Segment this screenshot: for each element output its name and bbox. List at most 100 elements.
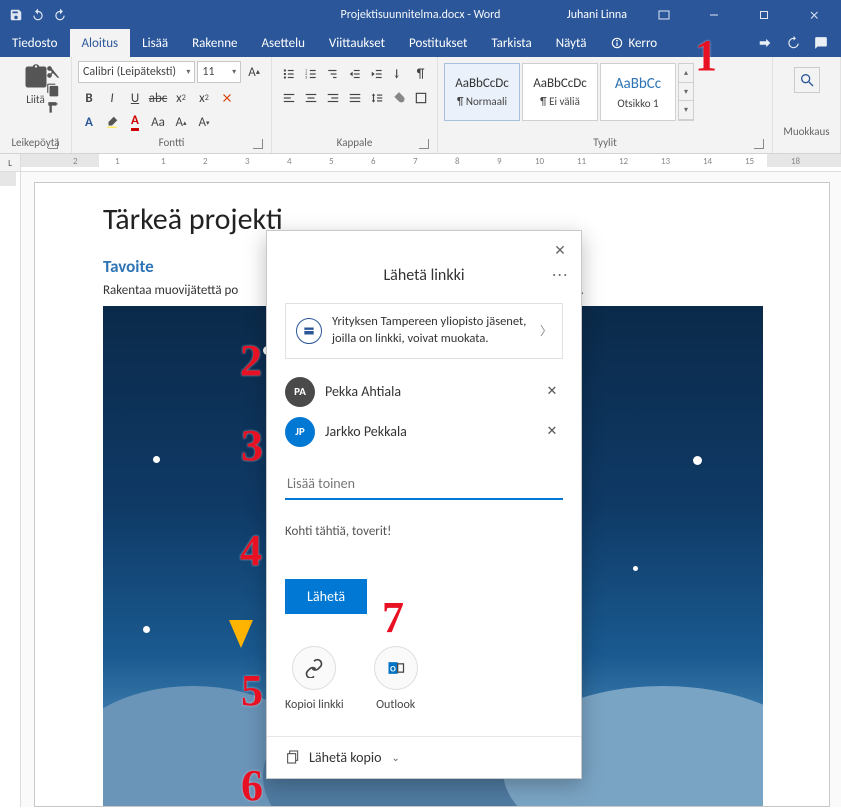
callout-7: 7 [382, 592, 404, 643]
align-right-icon[interactable] [322, 87, 343, 109]
callout-6: 6 [241, 760, 263, 811]
recipient-name: Jarkko Pekkala [325, 423, 531, 440]
underline-button[interactable]: U [124, 87, 146, 109]
avatar: PA [285, 377, 315, 407]
permission-selector[interactable]: Yrityksen Tampereen yliopisto jäsenet, j… [285, 303, 563, 359]
align-left-icon[interactable] [278, 87, 299, 109]
numbering-icon[interactable]: 123 [300, 63, 321, 85]
cut-icon[interactable] [46, 65, 60, 79]
grow-font-icon[interactable]: A▴ [170, 111, 192, 133]
remove-recipient-icon[interactable]: ✕ [541, 381, 563, 403]
link-icon [292, 646, 336, 690]
copy-icon [285, 749, 301, 765]
ruler-horizontal[interactable]: L 21 123 456 789 101112 131415 18 [0, 154, 841, 172]
send-button[interactable]: Lähetä [285, 579, 367, 614]
more-icon[interactable]: ··· [552, 266, 569, 283]
recipient-name: Pekka Ahtiala [325, 383, 531, 400]
style-heading1[interactable]: AaBbCc Otsikko 1 [600, 63, 676, 121]
permission-text: Yrityksen Tampereen yliopisto jäsenet, j… [332, 314, 530, 348]
tab-structure[interactable]: Rakenne [180, 29, 249, 57]
tab-references[interactable]: Viittaukset [317, 29, 397, 57]
clear-format-icon[interactable] [216, 87, 238, 109]
history-icon[interactable] [783, 33, 803, 53]
align-center-icon[interactable] [300, 87, 321, 109]
multilevel-icon[interactable] [322, 63, 343, 85]
outlook-action[interactable]: O Outlook [374, 646, 418, 712]
copy-icon[interactable] [46, 83, 60, 97]
user-name[interactable]: Juhani Linna [567, 8, 627, 22]
group-paragraph: 123 ¶ Kappale [272, 57, 438, 153]
callout-1: 1 [695, 30, 717, 81]
outlook-icon: O [374, 646, 418, 690]
line-spacing-icon[interactable] [366, 87, 387, 109]
change-case-icon[interactable]: Aa [147, 111, 169, 133]
font-size-dropdown[interactable]: 11▾ [197, 61, 241, 83]
message-text[interactable]: Kohti tähtiä, toverit! [285, 524, 563, 539]
share-icon[interactable] [755, 33, 775, 53]
window-close-icon[interactable] [791, 0, 837, 29]
group-font: Calibri (Leipäteksti)▾ 11▾ A▴ B I U abc … [72, 57, 272, 153]
subscript-button[interactable]: x2 [170, 87, 192, 109]
justify-icon[interactable] [344, 87, 365, 109]
highlight-icon[interactable] [101, 111, 123, 133]
style-no-spacing[interactable]: AaBbCcDc ¶ Ei väliä [522, 63, 598, 121]
increase-font-icon[interactable]: A▴ [243, 61, 265, 83]
tab-insert[interactable]: Lisää [130, 29, 180, 57]
font-color-icon[interactable]: A [124, 111, 146, 133]
shading-icon[interactable] [388, 87, 409, 109]
close-icon[interactable]: ✕ [551, 241, 569, 259]
superscript-button[interactable]: x2 [193, 87, 215, 109]
tab-tell-me[interactable]: Kerro [598, 29, 669, 57]
tab-file[interactable]: Tiedosto [0, 29, 70, 57]
styles-scroll[interactable]: ▴▾▾ [678, 63, 694, 121]
tab-review[interactable]: Tarkista [479, 29, 543, 57]
tab-home[interactable]: Aloitus [70, 29, 131, 57]
italic-button[interactable]: I [101, 87, 123, 109]
text-effects-icon[interactable]: A [78, 111, 100, 133]
shrink-font-icon[interactable]: A▾ [193, 111, 215, 133]
chevron-right-icon: 〉 [540, 322, 552, 339]
undo-icon[interactable] [28, 5, 48, 25]
font-launcher-icon[interactable] [253, 139, 263, 149]
clipboard-launcher-icon[interactable] [48, 139, 58, 149]
save-icon[interactable] [6, 5, 26, 25]
tab-view[interactable]: Näytä [544, 29, 599, 57]
title-bar: Projektisuunnitelma.docx - Word Juhani L… [0, 0, 841, 29]
strike-button[interactable]: abc [147, 87, 169, 109]
sort-icon[interactable] [388, 63, 409, 85]
decrease-indent-icon[interactable] [344, 63, 365, 85]
group-styles: AaBbCcDc ¶ Normaali AaBbCcDc ¶ Ei väliä … [438, 57, 773, 153]
ruler-corner[interactable]: L [0, 154, 21, 172]
show-marks-icon[interactable]: ¶ [410, 63, 431, 85]
bullets-icon[interactable] [278, 63, 299, 85]
redo-icon[interactable] [50, 5, 70, 25]
group-editing: Muokkaus [773, 57, 841, 153]
send-copy-button[interactable]: Lähetä kopio ⌄ [267, 736, 581, 778]
chevron-down-icon: ⌄ [391, 751, 399, 764]
tab-mailings[interactable]: Postitukset [397, 29, 479, 57]
paragraph-launcher-icon[interactable] [419, 139, 429, 149]
share-title: Lähetä linkki [383, 266, 464, 285]
font-name-dropdown[interactable]: Calibri (Leipäteksti)▾ [78, 61, 195, 83]
format-painter-icon[interactable] [46, 101, 60, 115]
window-settings-icon[interactable] [641, 0, 687, 29]
style-normal[interactable]: AaBbCcDc ¶ Normaali [444, 63, 520, 121]
window-maximize-icon[interactable] [741, 0, 787, 29]
tab-layout[interactable]: Asettelu [250, 29, 317, 57]
share-dialog: ✕ Lähetä linkki ··· Yrityksen Tampereen … [266, 230, 582, 779]
find-icon[interactable] [794, 67, 820, 93]
copy-link-action[interactable]: Kopioi linkki [285, 646, 344, 712]
bold-button[interactable]: B [78, 87, 100, 109]
borders-icon[interactable] [410, 87, 431, 109]
ruler-vertical[interactable] [0, 172, 21, 807]
add-recipient-input[interactable] [285, 469, 563, 500]
feedback-icon[interactable] [811, 33, 831, 53]
remove-recipient-icon[interactable]: ✕ [541, 421, 563, 443]
window-minimize-icon[interactable] [691, 0, 737, 29]
svg-text:3: 3 [305, 76, 307, 81]
recipient-row: PA Pekka Ahtiala ✕ [285, 377, 563, 407]
org-icon [296, 318, 322, 344]
increase-indent-icon[interactable] [366, 63, 387, 85]
styles-launcher-icon[interactable] [754, 139, 764, 149]
callout-3: 3 [241, 420, 263, 471]
